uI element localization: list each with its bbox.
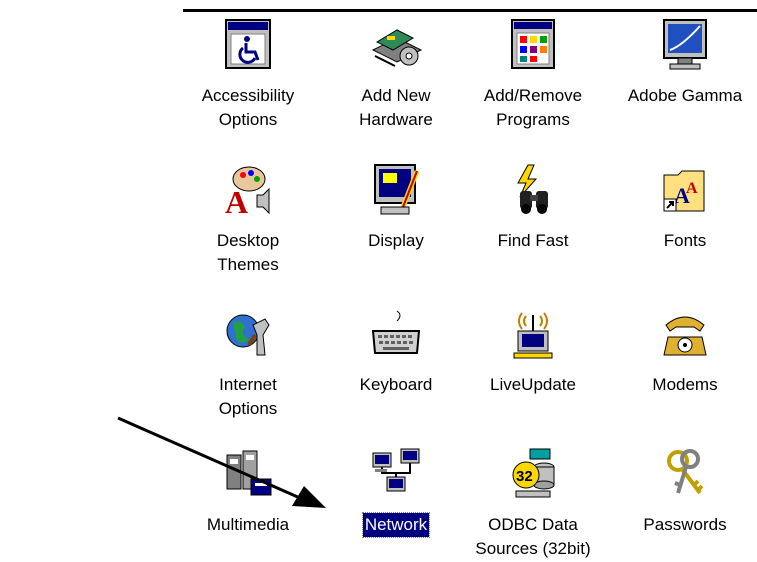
item-label: Internet Options	[218, 375, 278, 418]
item-label: ODBC Data Sources (32bit)	[475, 515, 591, 558]
svg-text:32: 32	[516, 468, 533, 485]
control-panel-item-find-fast[interactable]: Find Fast	[468, 161, 598, 253]
passwords-keys-icon	[667, 449, 704, 495]
item-label: Keyboard	[359, 375, 433, 394]
control-panel-item-fonts[interactable]: A A Fonts	[620, 161, 750, 253]
control-panel-item-accessibility[interactable]: Accessibility Options	[183, 16, 313, 132]
control-panel-item-adobe-gamma[interactable]: Adobe Gamma	[620, 16, 750, 108]
control-panel-item-multimedia[interactable]: Multimedia	[183, 445, 313, 537]
item-label: Add/Remove Programs	[483, 86, 583, 129]
control-panel-item-odbc[interactable]: 32 ODBC Data Sources (32bit)	[468, 445, 598, 561]
modem-phone-icon	[663, 316, 707, 356]
control-panel-item-display[interactable]: Display	[331, 161, 461, 253]
control-panel-item-keyboard[interactable]: Keyboard	[331, 305, 461, 397]
item-label: Add New Hardware	[359, 86, 433, 129]
multimedia-icon	[226, 450, 272, 496]
internet-options-icon	[226, 314, 270, 356]
control-panel-item-add-remove-programs[interactable]: Add/Remove Programs	[468, 16, 598, 132]
item-label: Display	[368, 231, 424, 250]
window-top-border	[183, 9, 757, 12]
desktop-themes-icon: A	[225, 166, 270, 220]
svg-text:A: A	[225, 184, 248, 220]
item-label: Fonts	[663, 231, 707, 250]
add-remove-programs-icon	[511, 19, 555, 69]
control-panel-item-modems[interactable]: Modems	[620, 305, 750, 397]
item-label: Adobe Gamma	[627, 86, 743, 105]
display-icon	[374, 164, 420, 215]
accessibility-icon	[225, 19, 271, 69]
liveupdate-icon	[513, 312, 553, 359]
item-label: Find Fast	[497, 231, 569, 250]
control-panel-item-liveupdate[interactable]: LiveUpdate	[468, 305, 598, 397]
item-label: Modems	[652, 375, 718, 394]
control-panel-item-add-new-hardware[interactable]: Add New Hardware	[331, 16, 461, 132]
fonts-folder-icon: A A	[663, 170, 705, 212]
keyboard-icon	[371, 310, 421, 354]
control-panel-item-network[interactable]: Network	[331, 445, 461, 538]
item-label: Multimedia	[206, 515, 290, 534]
item-label: LiveUpdate	[489, 375, 576, 394]
add-hardware-icon	[371, 29, 423, 67]
control-panel-item-internet-options[interactable]: Internet Options	[183, 305, 313, 421]
odbc-icon: 32	[512, 448, 555, 498]
item-label: Accessibility Options	[201, 86, 295, 129]
control-panel-item-desktop-themes[interactable]: A Desktop Themes	[183, 161, 313, 277]
find-fast-icon	[517, 164, 548, 214]
network-icon	[372, 448, 420, 492]
adobe-gamma-icon	[663, 19, 707, 70]
svg-text:A: A	[686, 180, 698, 197]
item-label: Passwords	[643, 515, 727, 534]
item-label-selected: Network	[361, 512, 431, 538]
item-label: Desktop Themes	[216, 231, 280, 274]
control-panel-item-passwords[interactable]: Passwords	[620, 445, 750, 537]
